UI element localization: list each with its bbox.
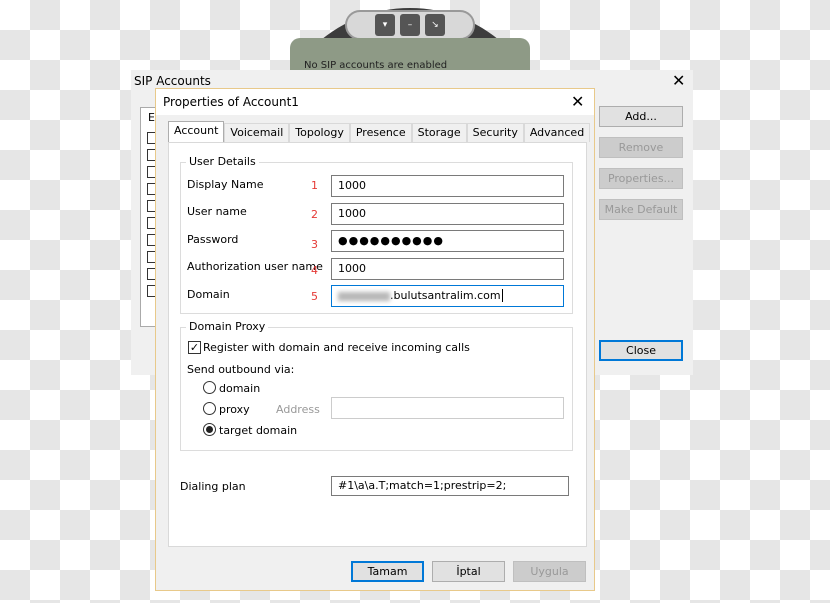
make-default-button[interactable]: Make Default	[599, 199, 683, 220]
dialog-close-icon[interactable]: ✕	[571, 92, 584, 111]
ok-button[interactable]: Tamam	[351, 561, 424, 582]
register-checkbox[interactable]: ✓	[188, 341, 201, 354]
user-name-input[interactable]: 1000	[331, 203, 564, 225]
proxy-address-input[interactable]	[331, 397, 564, 419]
user-details-legend: User Details	[186, 155, 259, 168]
password-label: Password	[187, 233, 239, 246]
radio-domain[interactable]	[203, 381, 216, 394]
redacted-subdomain	[338, 291, 390, 301]
tab-account[interactable]: Account	[168, 121, 225, 142]
sip-accounts-close-icon[interactable]: ✕	[672, 71, 685, 90]
step-number: 4	[311, 264, 318, 277]
step-number: 5	[311, 290, 318, 303]
phone-menu-button[interactable]: ▾	[375, 14, 395, 36]
properties-button[interactable]: Properties...	[599, 168, 683, 189]
dialing-plan-label: Dialing plan	[180, 480, 246, 493]
tab-security[interactable]: Security	[466, 123, 524, 142]
domain-input[interactable]: .bulutsantralim.com	[331, 285, 564, 307]
phone-minimize-button[interactable]: –	[400, 14, 420, 36]
tab-storage[interactable]: Storage	[411, 123, 467, 142]
radio-target-domain-label: target domain	[219, 424, 298, 437]
address-label: Address	[276, 403, 320, 416]
display-name-label: Display Name	[187, 178, 264, 191]
tab-advanced[interactable]: Advanced	[523, 123, 591, 142]
step-number: 1	[311, 179, 318, 192]
radio-proxy-label: proxy	[219, 403, 250, 416]
auth-user-name-input[interactable]: 1000	[331, 258, 564, 280]
radio-proxy[interactable]	[203, 402, 216, 415]
tab-topology[interactable]: Topology	[289, 123, 350, 142]
dialog-title: Properties of Account1	[163, 95, 299, 109]
step-number: 2	[311, 208, 318, 221]
domain-proxy-legend: Domain Proxy	[186, 320, 269, 333]
apply-button[interactable]: Uygula	[513, 561, 586, 582]
domain-label: Domain	[187, 288, 230, 301]
add-button[interactable]: Add...	[599, 106, 683, 127]
phone-compact-button[interactable]: ↘	[425, 14, 445, 36]
remove-button[interactable]: Remove	[599, 137, 683, 158]
tab-voicemail[interactable]: Voicemail	[224, 123, 290, 142]
step-number: 3	[311, 238, 318, 251]
display-name-input[interactable]: 1000	[331, 175, 564, 197]
auth-user-name-label: Authorization user name	[187, 260, 323, 273]
radio-target-domain[interactable]	[203, 423, 216, 436]
domain-value: .bulutsantralim.com	[390, 289, 501, 302]
register-label: Register with domain and receive incomin…	[203, 341, 470, 354]
password-input[interactable]: ●●●●●●●●●●	[331, 230, 564, 252]
user-name-label: User name	[187, 205, 247, 218]
tab-presence[interactable]: Presence	[349, 123, 412, 142]
send-outbound-label: Send outbound via:	[187, 363, 295, 376]
sip-accounts-title: SIP Accounts	[134, 74, 211, 88]
close-button[interactable]: Close	[599, 340, 683, 361]
dialing-plan-input[interactable]: #1\a\a.T;match=1;prestrip=2;	[331, 476, 569, 496]
tab-strip: Account Voicemail Topology Presence Stor…	[168, 121, 591, 142]
cancel-button[interactable]: İptal	[432, 561, 505, 582]
radio-domain-label: domain	[219, 382, 261, 395]
